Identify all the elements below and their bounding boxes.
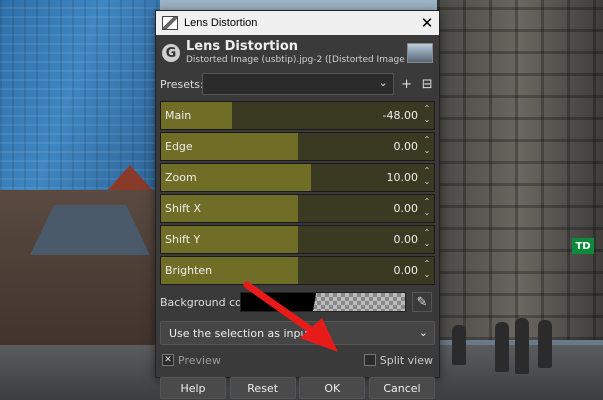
- chevron-down-icon: ⌄: [378, 76, 388, 89]
- slider-value[interactable]: 0.00: [394, 233, 419, 246]
- slider-zoom[interactable]: Zoom 10.00 ⌃ ⌄: [160, 163, 435, 192]
- slider-label: Zoom: [165, 171, 197, 184]
- preview-label: Preview: [178, 353, 221, 367]
- gimp-logo-icon: G: [162, 44, 180, 62]
- pedestrian: [452, 325, 466, 365]
- chevron-down-icon: ⌄: [418, 326, 428, 339]
- spin-arrows-icon[interactable]: ⌃ ⌄: [422, 103, 432, 127]
- slider-value[interactable]: 0.00: [394, 140, 419, 153]
- split-view-check-icon: [363, 354, 376, 366]
- pedestrian: [538, 320, 552, 368]
- presets-row: Presets: ⌄ + ⊟: [156, 69, 439, 99]
- right-building: [437, 0, 603, 340]
- menu-icon[interactable]: ⊟: [419, 76, 435, 92]
- slider-label: Brighten: [165, 264, 213, 277]
- input-source-value: Use the selection as input: [169, 326, 312, 340]
- slider-label: Shift Y: [165, 233, 201, 246]
- dialog-header: G Lens Distortion Distorted Image (usbti…: [156, 35, 439, 69]
- lens-distortion-dialog: Lens Distortion ✕ G Lens Distortion Dist…: [155, 10, 440, 399]
- slider-value[interactable]: 10.00: [387, 171, 419, 184]
- slider-shift-y[interactable]: Shift Y 0.00 ⌃ ⌄: [160, 225, 435, 254]
- presets-label: Presets:: [160, 77, 204, 91]
- preview-row: ✕ Preview Split view: [156, 345, 439, 371]
- preview-checkbox[interactable]: ✕ Preview: [162, 354, 221, 367]
- dialog-header-title: Lens Distortion: [186, 39, 299, 54]
- window-title: Lens Distortion: [184, 17, 258, 29]
- slider-value[interactable]: -48.00: [383, 109, 418, 122]
- eyedropper-icon[interactable]: ✎: [412, 292, 432, 312]
- window-icon: [162, 16, 178, 30]
- slider-label: Edge: [165, 140, 193, 153]
- pedestrian: [495, 322, 509, 372]
- split-view-label: Split view: [379, 353, 433, 367]
- slider-brighten[interactable]: Brighten 0.00 ⌃ ⌄: [160, 256, 435, 285]
- cancel-button[interactable]: Cancel: [368, 377, 435, 399]
- background-color-row: Background color ✎: [156, 287, 439, 317]
- background-color-swatch[interactable]: [240, 292, 406, 312]
- spin-arrows-icon[interactable]: ⌃ ⌄: [422, 165, 432, 189]
- ok-button[interactable]: OK: [299, 377, 366, 399]
- spin-arrows-icon[interactable]: ⌃ ⌄: [422, 258, 432, 282]
- spin-arrows-icon[interactable]: ⌃ ⌄: [422, 227, 432, 251]
- slider-shift-x[interactable]: Shift X 0.00 ⌃ ⌄: [160, 194, 435, 223]
- presets-dropdown[interactable]: ⌄: [202, 73, 394, 95]
- title-bar[interactable]: Lens Distortion ✕: [156, 11, 439, 35]
- plus-icon[interactable]: +: [399, 76, 415, 92]
- pedestrian: [515, 318, 529, 374]
- split-view-checkbox[interactable]: Split view: [363, 353, 433, 367]
- slider-label: Main: [165, 109, 192, 122]
- spin-arrows-icon[interactable]: ⌃ ⌄: [422, 134, 432, 158]
- background-color-label: Background color: [160, 295, 257, 309]
- dialog-header-subtitle: Distorted Image (usbtip).jpg-2 ([Distort…: [186, 55, 407, 65]
- image-thumbnail: [407, 43, 433, 63]
- slider-list: Main -48.00 ⌃ ⌄ Edge 0.00 ⌃ ⌄ Zoom 10.00 ⌃ ⌄ Shift X…: [160, 101, 435, 285]
- input-source-dropdown[interactable]: Use the selection as input ⌄: [160, 321, 435, 345]
- dialog-buttons: Help Reset OK Cancel: [156, 371, 439, 399]
- preview-check-icon: ✕: [162, 354, 174, 366]
- reset-button[interactable]: Reset: [229, 377, 296, 399]
- td-bank-sign: TD: [572, 238, 594, 254]
- close-icon[interactable]: ✕: [417, 13, 437, 33]
- slider-value[interactable]: 0.00: [394, 264, 419, 277]
- slider-main[interactable]: Main -48.00 ⌃ ⌄: [160, 101, 435, 130]
- help-button[interactable]: Help: [160, 377, 226, 399]
- slider-value[interactable]: 0.00: [394, 202, 419, 215]
- slider-label: Shift X: [165, 202, 202, 215]
- slider-edge[interactable]: Edge 0.00 ⌃ ⌄: [160, 132, 435, 161]
- spin-arrows-icon[interactable]: ⌃ ⌄: [422, 196, 432, 220]
